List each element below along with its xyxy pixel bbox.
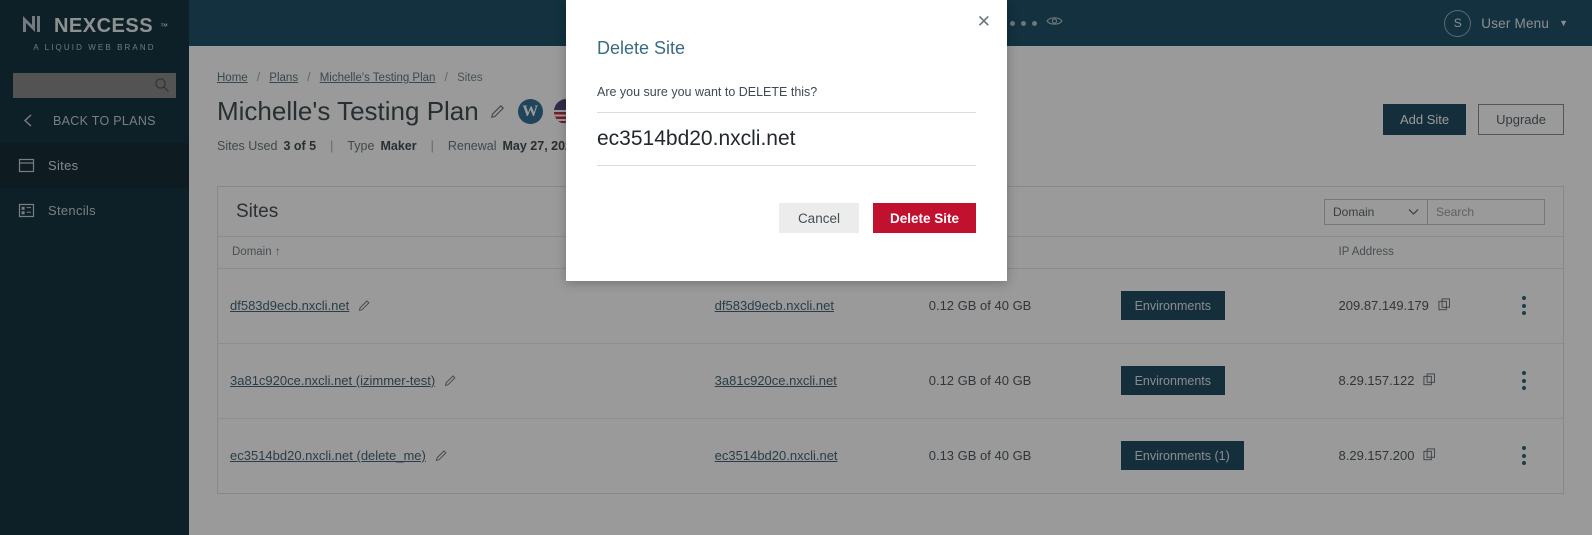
modal-actions: Cancel Delete Site bbox=[778, 203, 976, 233]
confirm-domain-field[interactable] bbox=[597, 112, 976, 166]
modal-question: Are you sure you want to DELETE this? bbox=[597, 85, 818, 99]
modal-title: Delete Site bbox=[597, 38, 686, 58]
confirm-domain-input[interactable] bbox=[597, 127, 976, 151]
cancel-button[interactable]: Cancel bbox=[778, 203, 859, 233]
delete-site-button[interactable]: Delete Site bbox=[872, 203, 976, 233]
app-root: NEXCESS ™ A LIQUID WEB BRAND BACK TO PLAN… bbox=[0, 0, 1592, 535]
close-icon[interactable]: ✕ bbox=[977, 13, 991, 30]
delete-site-modal: ✕ Delete Site Are you sure you want to D… bbox=[566, 0, 1007, 281]
